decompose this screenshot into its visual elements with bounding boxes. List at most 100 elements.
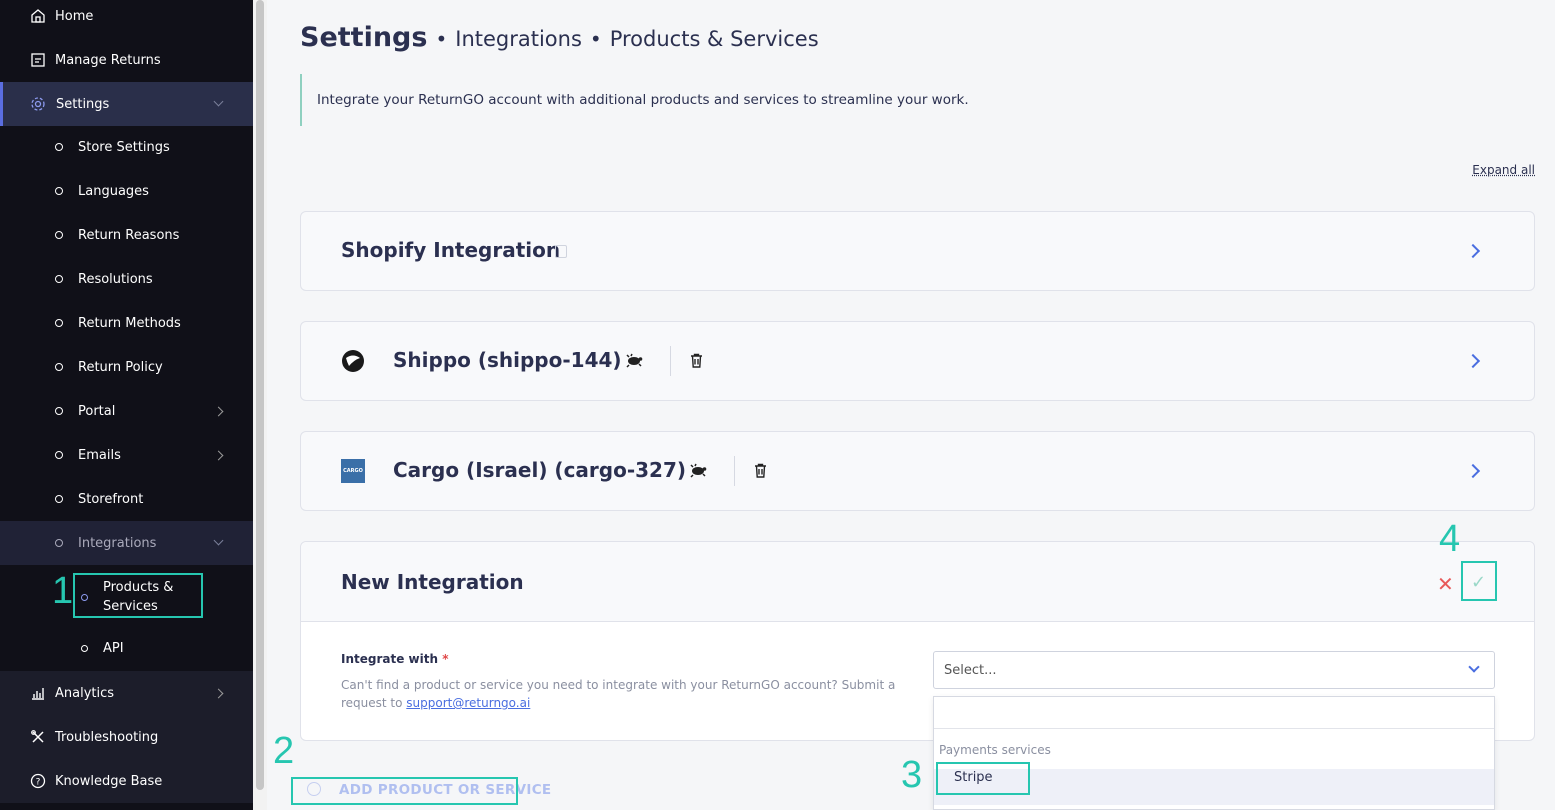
sidebar-item-languages[interactable]: Languages (0, 169, 253, 213)
bullet-icon (55, 143, 63, 151)
expand-all-link[interactable]: Expand all (1472, 163, 1535, 177)
sidebar-item-api[interactable]: API (0, 627, 253, 671)
sidebar-item-label: Home (55, 8, 94, 24)
breadcrumb-separator: • (589, 27, 602, 51)
sidebar-item-label: Resolutions (78, 271, 153, 287)
sidebar-item-integrations[interactable]: Integrations (0, 521, 253, 565)
divider (670, 346, 671, 376)
breadcrumb-separator: • (435, 27, 448, 51)
card-title: Cargo (Israel) (cargo-327) (393, 458, 687, 482)
annotation-highlight-box (291, 777, 518, 805)
bullet-icon (55, 451, 63, 459)
sidebar-item-settings[interactable]: Settings (0, 82, 253, 126)
bullet-icon (55, 275, 63, 283)
dropdown-search-input[interactable] (934, 697, 1494, 729)
support-email-link[interactable]: support@returngo.ai (406, 696, 530, 710)
dropdown-group-label: Payments services (939, 743, 1051, 757)
integrate-with-select[interactable]: Select... (933, 651, 1495, 689)
integration-card-shopify[interactable]: Shopify Integration (300, 211, 1535, 291)
sidebar-item-manage-returns[interactable]: Manage Returns (0, 38, 253, 82)
integration-card-shippo[interactable]: Shippo (shippo-144) (300, 321, 1535, 401)
svg-text:?: ? (36, 778, 41, 788)
sidebar-item-resolutions[interactable]: Resolutions (0, 257, 253, 301)
integration-card-cargo[interactable]: CARGO Cargo (Israel) (cargo-327) (300, 431, 1535, 511)
bullet-icon (55, 495, 63, 503)
sidebar-item-label: Integrations (78, 535, 157, 551)
save-icon (555, 245, 567, 258)
sidebar-item-label: Return Reasons (78, 227, 180, 243)
main-content: Settings • Integrations • Products & Ser… (267, 0, 1555, 810)
chevron-right-icon (213, 450, 224, 461)
chevron-right-icon[interactable] (1465, 243, 1481, 259)
bullet-icon (55, 187, 63, 195)
sidebar-scrollbar-thumb[interactable] (256, 0, 264, 790)
chevron-down-icon (213, 96, 224, 107)
chevron-down-icon (1468, 661, 1480, 673)
sidebar-item-label: Troubleshooting (55, 729, 159, 745)
trash-icon[interactable] (690, 353, 703, 372)
page-title: Settings (300, 22, 428, 53)
field-help-text: Can't find a product or service you need… (341, 678, 896, 710)
annotation-highlight-box (73, 573, 203, 618)
sidebar-item-label: Settings (56, 96, 110, 112)
annotation-number-1: 1 (52, 570, 74, 612)
help-icon: ? (30, 773, 46, 789)
annotation-highlight-box (1461, 561, 1497, 601)
home-icon (30, 8, 46, 24)
bullet-icon (81, 645, 88, 652)
chevron-right-icon[interactable] (1465, 463, 1481, 479)
breadcrumb-integrations[interactable]: Integrations (455, 27, 582, 51)
breadcrumb-products-services: Products & Services (609, 27, 819, 51)
sandbox-turtle-icon (689, 462, 707, 482)
card-title: Shopify Integration (341, 238, 561, 262)
sidebar-item-knowledge-base[interactable]: ? Knowledge Base (0, 759, 253, 803)
bullet-icon (55, 363, 63, 371)
sidebar-item-label: Store Settings (78, 139, 170, 155)
required-mark: * (442, 652, 449, 666)
sidebar-item-label: Emails (78, 447, 121, 463)
sidebar-item-label: Portal (78, 403, 116, 419)
bullet-icon (55, 539, 63, 547)
sidebar-item-emails[interactable]: Emails (0, 433, 253, 477)
cancel-button[interactable]: ✕ (1437, 572, 1454, 596)
sidebar-item-troubleshooting[interactable]: Troubleshooting (0, 715, 253, 759)
gear-icon (30, 96, 46, 112)
chevron-right-icon (213, 406, 224, 417)
sidebar-item-storefront[interactable]: Storefront (0, 477, 253, 521)
sidebar-item-store-settings[interactable]: Store Settings (0, 125, 253, 169)
cargo-logo-icon: CARGO (341, 459, 365, 483)
annotation-number-2: 2 (273, 730, 295, 772)
new-integration-header: New Integration ✕ ✓ (301, 542, 1534, 622)
trash-icon[interactable] (754, 463, 767, 482)
bullet-icon (55, 319, 63, 327)
sidebar-item-return-reasons[interactable]: Return Reasons (0, 213, 253, 257)
analytics-icon (30, 685, 46, 701)
bullet-icon (55, 407, 63, 415)
card-title: Shippo (shippo-144) (393, 348, 622, 372)
tools-icon (30, 729, 46, 745)
sidebar-item-return-policy[interactable]: Return Policy (0, 345, 253, 389)
sidebar-item-label: API (103, 641, 124, 656)
breadcrumb: Settings • Integrations • Products & Ser… (300, 22, 819, 53)
annotation-highlight-box (936, 762, 1030, 795)
sidebar: Home Manage Returns Settings Store Setti… (0, 0, 253, 810)
sidebar-item-label: Knowledge Base (55, 773, 163, 789)
chevron-right-icon (213, 688, 224, 699)
sidebar-item-portal[interactable]: Portal (0, 389, 253, 433)
select-placeholder: Select... (944, 663, 997, 678)
annotation-number-4: 4 (1439, 518, 1461, 560)
chevron-right-icon[interactable] (1465, 353, 1481, 369)
sidebar-item-label: Analytics (55, 685, 115, 701)
integrate-with-label: Integrate with * (341, 652, 449, 666)
sidebar-item-return-methods[interactable]: Return Methods (0, 301, 253, 345)
annotation-number-3: 3 (901, 754, 923, 796)
sidebar-item-home[interactable]: Home (0, 0, 253, 38)
sidebar-item-label: Return Methods (78, 315, 181, 331)
sidebar-item-analytics[interactable]: Analytics (0, 671, 253, 715)
sandbox-turtle-icon (625, 352, 643, 372)
card-title: New Integration (341, 570, 524, 594)
sidebar-item-label: Return Policy (78, 359, 163, 375)
sidebar-item-label: Storefront (78, 491, 144, 507)
shippo-logo-icon (341, 349, 365, 373)
sidebar-item-label: Languages (78, 183, 149, 199)
